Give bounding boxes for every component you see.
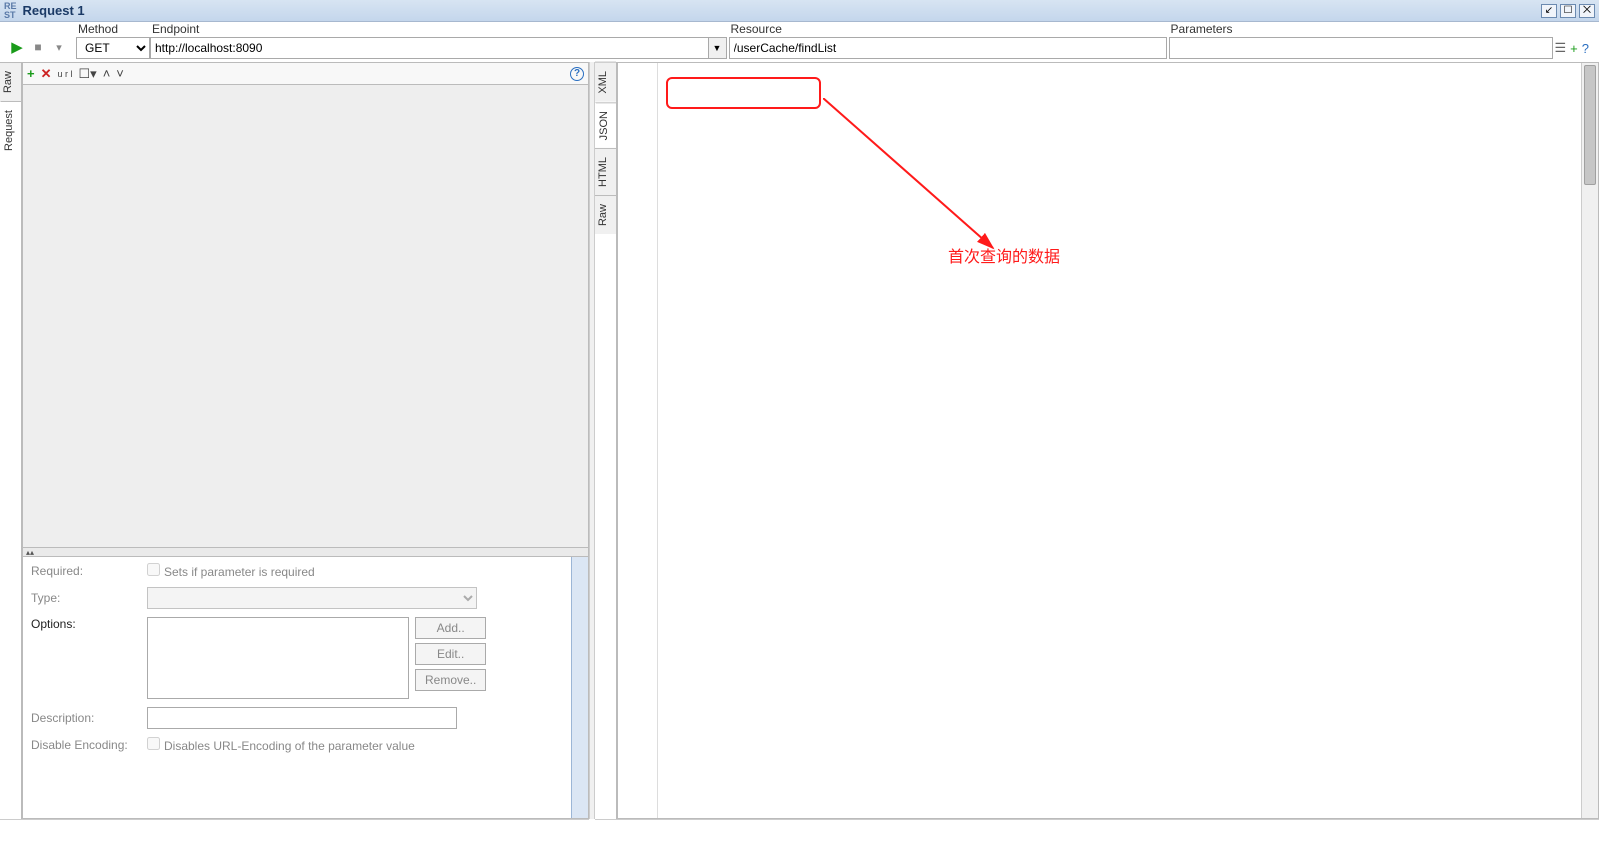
remove-param-icon[interactable]: ✕	[41, 66, 52, 82]
main: Raw Request + ✕ u r l ☐▾ ˄ ˅ ? ▴▴ Requir…	[0, 62, 1599, 819]
param-table[interactable]	[23, 85, 588, 547]
properties-panel: Required: Sets if parameter is required …	[23, 557, 588, 818]
right-vertical-tabs: XML JSON HTML Raw	[595, 62, 617, 819]
minimize-icon[interactable]: ↙	[1541, 4, 1557, 18]
endpoint-input[interactable]	[150, 37, 709, 59]
rest-icon: REST	[4, 2, 17, 20]
resource-label: Resource	[729, 22, 1167, 36]
options-list[interactable]	[147, 617, 409, 699]
parameters-field: Parameters	[1169, 22, 1553, 59]
type-select[interactable]	[147, 587, 477, 609]
title-bar: REST Request 1 ↙ ☐ ⨉	[0, 0, 1599, 22]
param-help-icon[interactable]: ?	[570, 67, 584, 81]
move-up-icon[interactable]: ˄	[103, 66, 111, 81]
options-label: Options:	[31, 617, 139, 631]
window-buttons: ↙ ☐ ⨉	[1541, 4, 1595, 18]
parameters-input[interactable]	[1169, 37, 1553, 59]
help-icon[interactable]: ?	[1582, 41, 1589, 56]
fields-row: ▶ ■ ▾ Method GET Endpoint ▼ Resource Par…	[0, 22, 1599, 62]
options-add-button[interactable]: Add..	[415, 617, 486, 639]
endpoint-dropdown-icon[interactable]: ▼	[709, 37, 727, 59]
right-vtab-xml[interactable]: XML	[595, 62, 616, 102]
disable-encoding-checkbox-label: Disables URL-Encoding of the parameter v…	[147, 737, 415, 753]
method-field: Method GET	[76, 22, 150, 59]
request-panel: Raw Request + ✕ u r l ☐▾ ˄ ˅ ? ▴▴ Requir…	[0, 62, 589, 819]
right-vtab-html[interactable]: HTML	[595, 148, 616, 195]
left-vtab-request[interactable]: Request	[0, 101, 21, 159]
bottom-left-tabs	[0, 819, 589, 843]
left-vertical-tabs: Raw Request	[0, 62, 22, 819]
filter-icon[interactable]: ☰	[1555, 40, 1567, 56]
endpoint-field: Endpoint ▼	[150, 22, 727, 59]
response-panel: XML JSON HTML Raw 首次查询的数据	[595, 62, 1599, 819]
right-vtab-raw[interactable]: Raw	[595, 195, 616, 234]
response-code-area[interactable]: 首次查询的数据	[618, 63, 1598, 818]
disable-encoding-label: Disable Encoding:	[31, 738, 139, 752]
type-label: Type:	[31, 591, 139, 605]
required-label: Required:	[31, 564, 139, 578]
code-content[interactable]	[658, 63, 1581, 818]
props-scrollbar[interactable]	[571, 557, 588, 818]
description-label: Description:	[31, 711, 139, 725]
move-down-icon[interactable]: ˅	[116, 66, 124, 81]
parameters-label: Parameters	[1169, 22, 1553, 36]
disable-encoding-checkbox[interactable]	[147, 737, 160, 750]
right-vtab-json[interactable]: JSON	[595, 102, 616, 148]
required-checkbox[interactable]	[147, 563, 160, 576]
close-icon[interactable]: ⨉	[1579, 4, 1595, 18]
param-toolbar: + ✕ u r l ☐▾ ˄ ˅ ?	[23, 63, 588, 85]
url-encode-icon[interactable]: u r l	[58, 69, 73, 79]
left-vtab-raw[interactable]: Raw	[0, 62, 21, 101]
method-label: Method	[76, 22, 150, 36]
resource-field: Resource	[729, 22, 1167, 59]
options-remove-button[interactable]: Remove..	[415, 669, 486, 691]
param-settings-icon[interactable]: ☐▾	[79, 66, 97, 82]
run-icon[interactable]: ▶	[8, 38, 26, 56]
description-input[interactable]	[147, 707, 457, 729]
options-edit-button[interactable]: Edit..	[415, 643, 486, 665]
response-scrollbar[interactable]	[1581, 63, 1598, 818]
required-checkbox-label: Sets if parameter is required	[147, 563, 315, 579]
stop-icon[interactable]: ■	[29, 38, 47, 56]
line-gutter	[618, 63, 658, 818]
bottom-tabs	[0, 819, 1599, 843]
endpoint-label: Endpoint	[150, 22, 727, 36]
add-param-icon[interactable]: +	[27, 66, 35, 81]
method-select[interactable]: GET	[76, 37, 150, 59]
window-title: Request 1	[23, 3, 1541, 18]
add-icon[interactable]: +	[1570, 41, 1578, 56]
resource-input[interactable]	[729, 37, 1167, 59]
down-icon[interactable]: ▾	[50, 38, 68, 56]
bottom-right-tabs	[595, 819, 1599, 843]
maximize-icon[interactable]: ☐	[1560, 4, 1576, 18]
collapse-bar[interactable]: ▴▴	[23, 547, 588, 557]
